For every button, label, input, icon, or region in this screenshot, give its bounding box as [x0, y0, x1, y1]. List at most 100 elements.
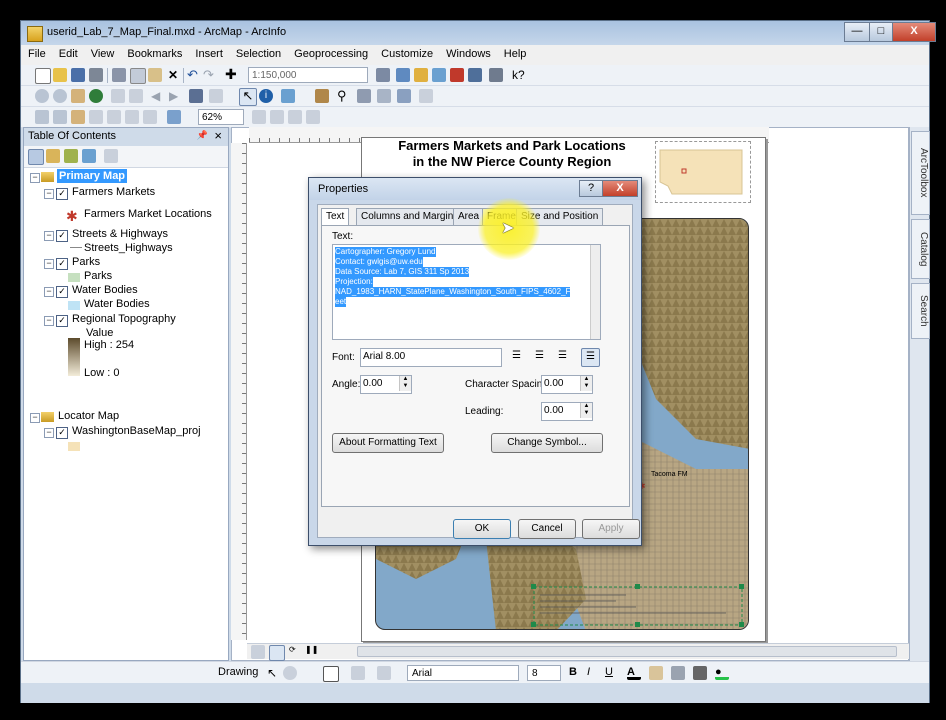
layer-visibility-checkbox[interactable]: ✓ [56, 286, 68, 298]
drawing-menu[interactable]: Drawing [218, 666, 258, 678]
text-scrollbar[interactable] [590, 245, 600, 339]
binoculars-icon[interactable]: ⚲ [337, 89, 351, 103]
new-document-icon[interactable] [35, 68, 51, 84]
collapse-layer-icon[interactable]: − [44, 259, 54, 269]
font-name-dropdown[interactable]: Arial [407, 665, 519, 681]
paste-icon[interactable] [148, 68, 162, 82]
menu-view[interactable]: View [84, 45, 121, 60]
pan-icon[interactable] [71, 89, 85, 103]
map-scale-dropdown[interactable]: 1:150,000 [248, 67, 368, 83]
align-right-icon[interactable]: ☰ [558, 350, 572, 364]
layout-zoom-dropdown[interactable]: 62% [198, 109, 244, 125]
menu-selection[interactable]: Selection [229, 45, 287, 60]
list-by-drawing-order-icon[interactable] [28, 149, 44, 165]
map-title-line-2[interactable]: in the NW Pierce County Region [382, 154, 642, 169]
locator-map-frame[interactable] [655, 141, 751, 203]
editor-toolbar-icon[interactable] [376, 68, 390, 82]
collapse-layer-icon[interactable]: − [44, 231, 54, 241]
menu-file[interactable]: File [21, 45, 52, 60]
line-color-icon[interactable] [671, 666, 685, 680]
align-left-icon[interactable]: ☰ [512, 350, 526, 364]
layer-parks[interactable]: Parks [72, 256, 100, 268]
refresh-icon[interactable]: ⟳ [289, 645, 303, 659]
tab-size-and-position[interactable]: Size and Position [516, 208, 604, 225]
layout-zoom-out-icon[interactable] [53, 110, 67, 124]
options-icon[interactable] [104, 149, 118, 163]
model-builder-icon[interactable] [489, 68, 503, 82]
layer-water-bodies[interactable]: Water Bodies [72, 284, 138, 296]
time-slider-icon[interactable] [397, 89, 411, 103]
redo-icon[interactable]: ↷ [203, 68, 217, 82]
layout-pan-icon[interactable] [71, 110, 85, 124]
minimize-button[interactable]: — [844, 22, 870, 42]
new-text-icon[interactable] [351, 666, 365, 680]
fixed-zoom-layout-icon[interactable] [125, 110, 139, 124]
go-to-xy-icon[interactable] [357, 89, 371, 103]
cancel-button[interactable]: Cancel [518, 519, 576, 539]
menu-help[interactable]: Help [497, 45, 533, 60]
add-data-icon[interactable]: ✚ [225, 67, 239, 82]
go-back-icon[interactable]: ◀ [151, 89, 165, 103]
fixed-zoom-out-icon[interactable] [129, 89, 143, 103]
apply-button[interactable]: Apply [582, 519, 640, 539]
horizontal-scrollbar[interactable]: ⟳ ❚❚ [247, 643, 909, 661]
ok-button[interactable]: OK [453, 519, 511, 539]
layer-visibility-checkbox[interactable]: ✓ [56, 188, 68, 200]
menu-edit[interactable]: Edit [52, 45, 84, 60]
select-elements-icon[interactable]: ↖ [239, 88, 257, 106]
italic-icon[interactable]: I [587, 666, 601, 680]
map-title-line-1[interactable]: Farmers Markets and Park Locations [382, 138, 642, 153]
pause-drawing-icon[interactable]: ❚❚ [305, 645, 319, 659]
marker-color-icon[interactable]: ● [715, 666, 729, 680]
clear-selection-icon[interactable] [209, 89, 223, 103]
arctoolbox-tab[interactable]: ArcToolbox [911, 131, 930, 215]
measure-icon[interactable] [315, 89, 329, 103]
character-spacing-spinner[interactable]: ▲ ▼ [580, 376, 592, 391]
collapse-layer-icon[interactable]: − [44, 428, 54, 438]
identify-icon[interactable]: i [259, 89, 273, 103]
angle-spinner[interactable]: ▲ ▼ [399, 376, 411, 391]
change-layout-icon[interactable] [288, 110, 302, 124]
align-justify-icon[interactable]: ☰ [581, 348, 600, 367]
delete-icon[interactable]: ✕ [166, 68, 180, 82]
go-back-extent-icon[interactable] [167, 110, 181, 124]
tab-text[interactable]: Text [321, 208, 350, 226]
leading-field[interactable]: 0.00 ▲ ▼ [541, 402, 593, 421]
rotate-icon[interactable] [283, 666, 297, 680]
data-view-icon[interactable] [251, 645, 265, 659]
data-driven-pages-icon[interactable] [306, 110, 320, 124]
find-icon[interactable] [281, 89, 295, 103]
zoom-100-percent-icon[interactable] [107, 110, 121, 124]
zoom-whole-page-icon[interactable] [89, 110, 103, 124]
save-icon[interactable] [71, 68, 85, 82]
layer-visibility-checkbox[interactable]: ✓ [56, 315, 68, 327]
menu-customize[interactable]: Customize [374, 45, 439, 60]
cut-icon[interactable] [112, 68, 126, 82]
layer-regional-topography[interactable]: Regional Topography [72, 313, 176, 325]
text-input-area[interactable]: Cartographer: Gregory Lund Contact: gwlg… [332, 244, 601, 340]
undo-icon[interactable]: ↶ [187, 68, 201, 82]
edit-vertices-icon[interactable] [377, 666, 391, 680]
collapse-locator-map-icon[interactable]: − [30, 413, 40, 423]
select-pointer-icon[interactable]: ↖ [267, 666, 281, 680]
layer-visibility-checkbox[interactable]: ✓ [56, 230, 68, 242]
collapse-layer-icon[interactable]: − [44, 316, 54, 326]
tab-area[interactable]: Area [453, 208, 485, 225]
select-features-icon[interactable] [189, 89, 203, 103]
align-center-icon[interactable]: ☰ [535, 350, 549, 364]
html-popup-icon[interactable] [377, 89, 391, 103]
layer-streets-highways[interactable]: Streets & Highways [72, 228, 168, 240]
list-by-selection-icon[interactable] [82, 149, 96, 163]
maximize-button[interactable]: □ [869, 22, 893, 42]
arctoolbox-icon[interactable] [450, 68, 464, 82]
fixed-zoom-in-icon[interactable] [111, 89, 125, 103]
about-formatting-text-button[interactable]: About Formatting Text [332, 433, 444, 453]
catalog-window-icon[interactable] [414, 68, 428, 82]
print-icon[interactable] [89, 68, 103, 82]
menu-windows[interactable]: Windows [439, 45, 497, 60]
search-tab[interactable]: Search [911, 283, 930, 339]
data-frame-locator-map[interactable]: Locator Map [58, 410, 119, 422]
tab-columns-and-margins[interactable]: Columns and Margins [356, 208, 464, 225]
catalog-tab[interactable]: Catalog [911, 219, 930, 279]
pen-icon[interactable] [693, 666, 707, 680]
